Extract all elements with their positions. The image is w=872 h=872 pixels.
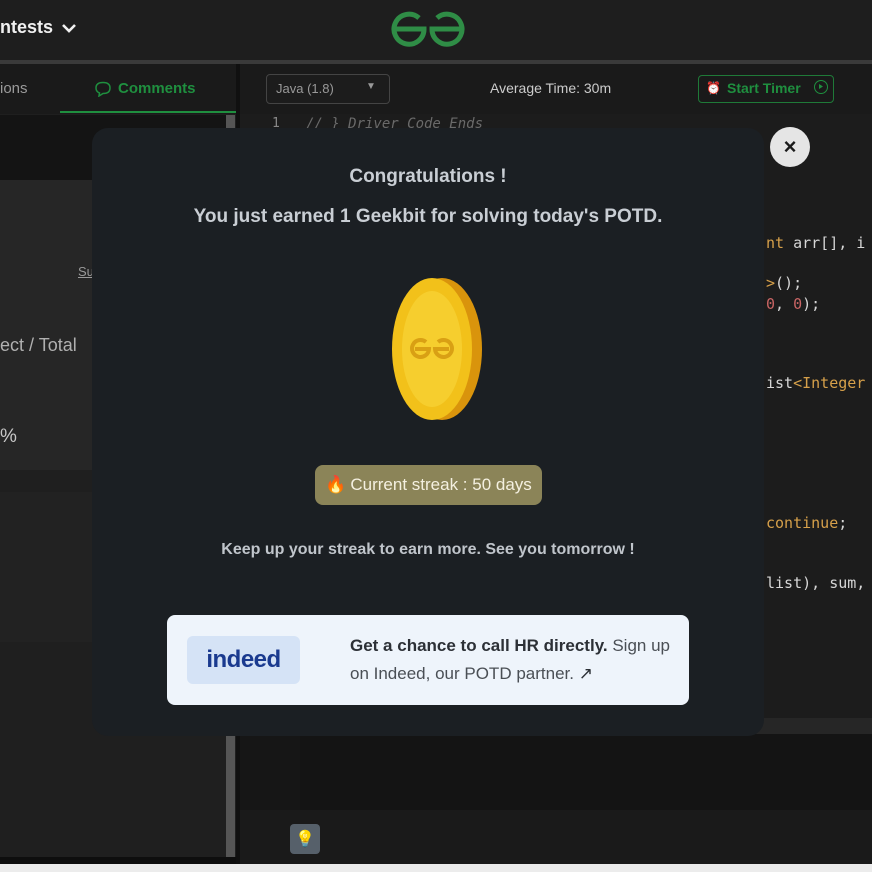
code-line-args: 0, 0);: [766, 295, 820, 313]
close-modal-button[interactable]: ×: [770, 127, 810, 167]
code-line-signature: nt arr[], i: [766, 234, 865, 252]
code-line-list: ist<Integer: [766, 374, 865, 392]
code-line-new: >();: [766, 274, 802, 292]
start-timer-label: Start Timer: [727, 80, 801, 96]
contests-label: ntests: [0, 17, 54, 37]
language-select-value: Java (1.8): [276, 81, 334, 96]
code-token: <Integer: [793, 374, 866, 392]
code-token: nt: [766, 234, 785, 252]
comment-icon: [95, 81, 111, 97]
keep-up-message: Keep up your streak to earn more. See yo…: [221, 541, 635, 558]
code-token: ist: [766, 374, 794, 392]
accuracy-value: %: [0, 426, 17, 447]
code-token: >: [766, 274, 776, 292]
external-link-icon[interactable]: ↗: [579, 664, 593, 683]
code-token: ,: [775, 295, 794, 313]
code-token: 0: [766, 295, 776, 313]
code-token: continue: [766, 514, 839, 532]
indeed-logo[interactable]: indeed: [187, 636, 300, 684]
left-bottom-edge: [0, 857, 236, 864]
modal-subtitle: You just earned 1 Geekbit for solving to…: [193, 206, 663, 227]
code-line-call: list), sum,: [766, 574, 866, 592]
fire-icon: 🔥: [325, 475, 347, 494]
chevron-down-icon: [62, 23, 76, 33]
tab-solutions[interactable]: ions: [0, 80, 28, 97]
current-streak-label: Current streak : 50 days: [350, 475, 532, 494]
geekbit-coin-icon: [392, 278, 482, 420]
active-tab-indicator: [60, 111, 236, 113]
contests-menu[interactable]: ntests: [0, 17, 77, 38]
editor-footer: [240, 810, 872, 864]
code-token: arr[], i: [784, 234, 866, 252]
output-console: [300, 734, 872, 810]
code-token: );: [802, 295, 821, 313]
code-token: 0: [793, 295, 803, 313]
code-token: ;: [838, 514, 848, 532]
code-token: ();: [775, 274, 803, 292]
indeed-cta-text[interactable]: Get a chance to call HR directly. Sign u…: [350, 632, 676, 688]
play-icon: [814, 80, 828, 94]
average-time-label: Average Time: 30m: [490, 80, 612, 96]
code-line-continue: continue;: [766, 514, 847, 532]
alarm-clock-icon: ⏰: [706, 81, 721, 95]
lightbulb-icon[interactable]: 💡: [290, 824, 320, 854]
page-footer-strip: [0, 864, 872, 872]
close-icon: ×: [783, 134, 797, 159]
indeed-logo-text: indeed: [206, 646, 281, 673]
tab-comments-label: Comments: [118, 80, 196, 97]
current-streak-badge: 🔥 Current streak : 50 days: [315, 465, 542, 505]
caret-down-icon: ▼: [366, 81, 376, 92]
modal-title: Congratulations !: [349, 166, 507, 187]
tab-comments[interactable]: Comments: [94, 80, 196, 97]
correct-total-label: ect / Total: [0, 335, 77, 355]
gfg-logo[interactable]: [390, 10, 466, 48]
indeed-cta-bold: Get a chance to call HR directly.: [350, 636, 608, 655]
